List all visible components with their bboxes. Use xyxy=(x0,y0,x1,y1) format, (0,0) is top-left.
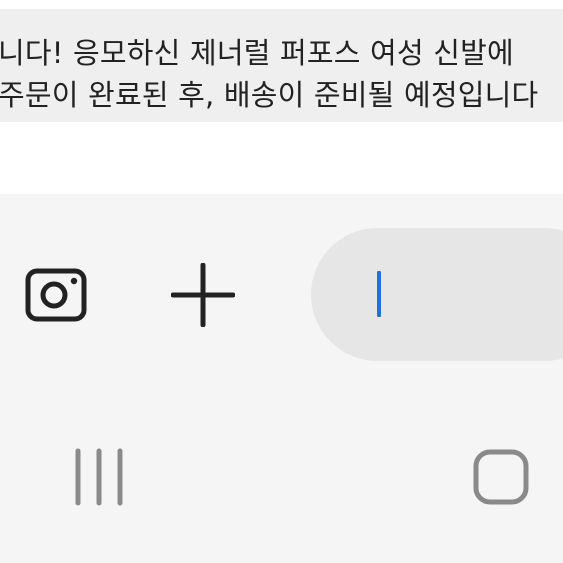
plus-icon xyxy=(171,263,235,327)
add-attachment-button[interactable] xyxy=(168,262,238,328)
chat-message: 니다! 응모하신 제너럴 퍼포스 여성 신발에 주문이 완료된 후, 배송이 준… xyxy=(0,9,563,122)
message-line-1: 니다! 응모하신 제너럴 퍼포스 여성 신발에 xyxy=(0,36,514,70)
chat-area-spacer xyxy=(0,122,563,194)
message-input[interactable] xyxy=(311,228,563,361)
top-strip xyxy=(0,0,563,9)
home-button[interactable] xyxy=(466,444,536,510)
recent-apps-button[interactable] xyxy=(66,444,132,510)
recent-apps-icon xyxy=(75,448,123,506)
camera-button[interactable] xyxy=(18,262,94,328)
message-line-2: 주문이 완료된 후, 배송이 준비될 예정입니다 xyxy=(0,78,539,112)
camera-icon xyxy=(25,268,87,322)
text-cursor xyxy=(377,271,381,317)
home-icon xyxy=(473,449,529,505)
screen: 니다! 응모하신 제너럴 퍼포스 여성 신발에 주문이 완료된 후, 배송이 준… xyxy=(0,0,563,563)
